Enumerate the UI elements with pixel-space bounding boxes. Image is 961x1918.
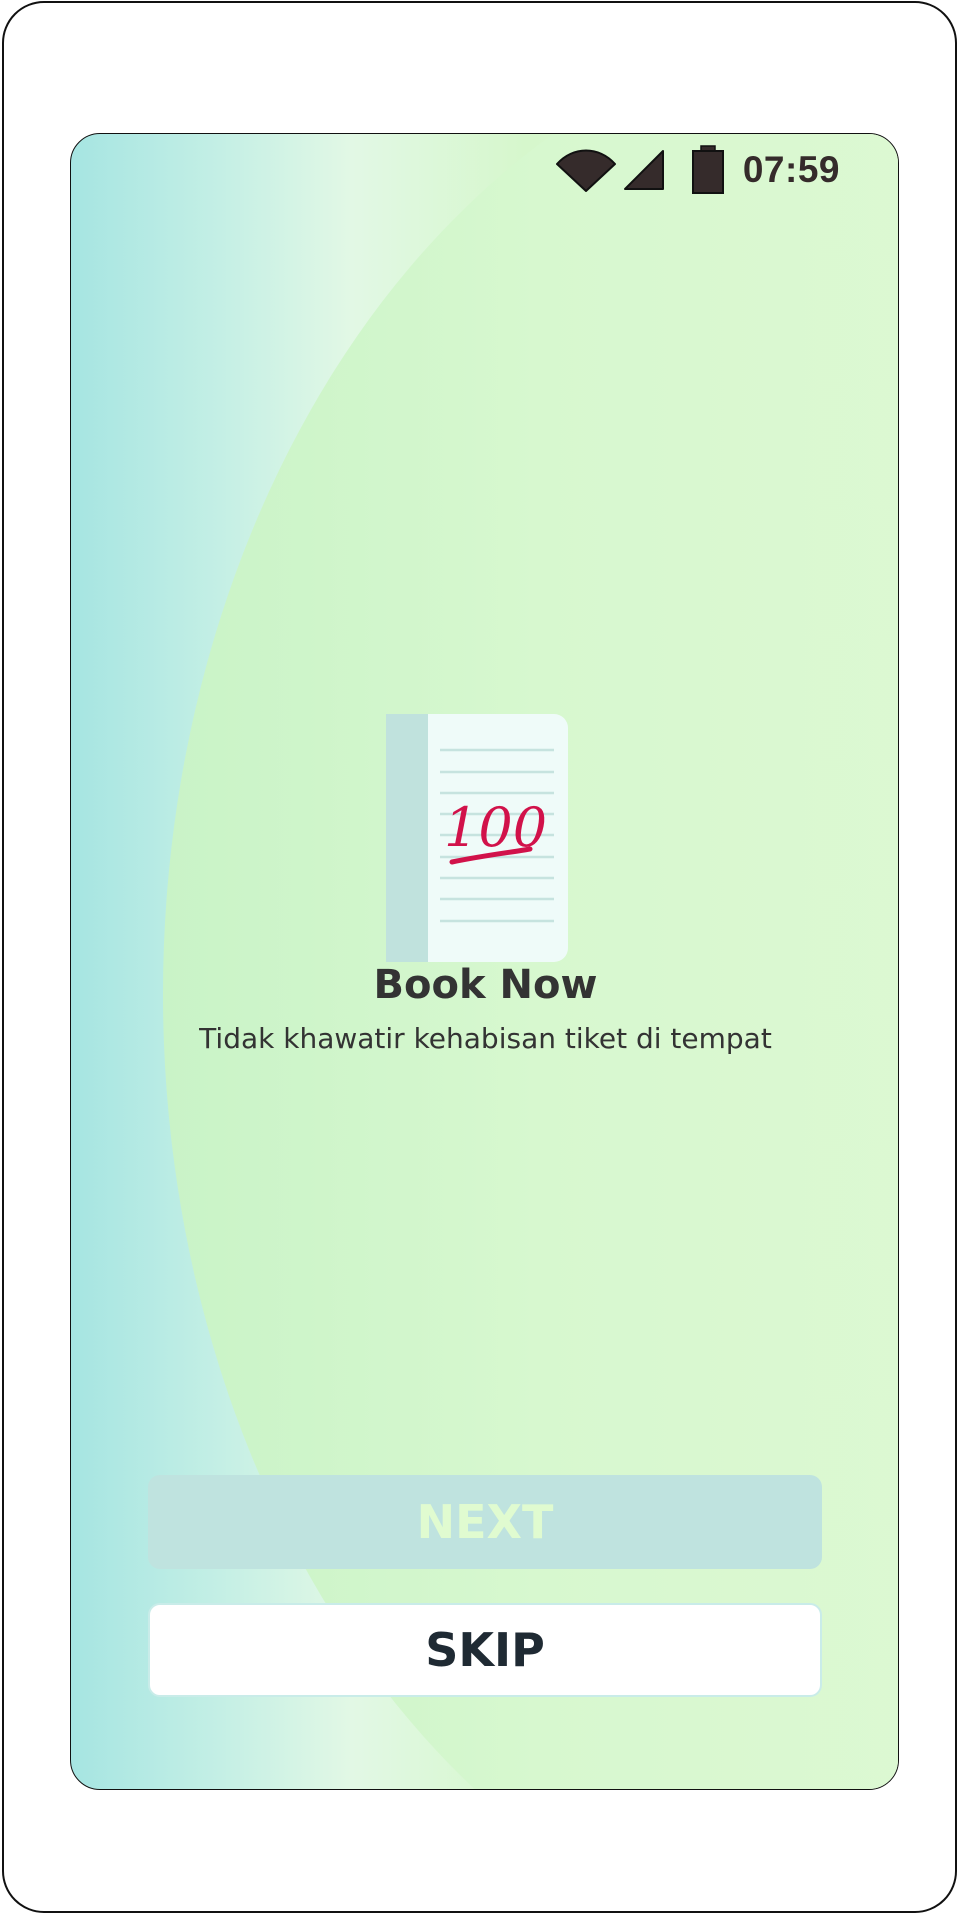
skip-button[interactable]: SKIP bbox=[148, 1603, 822, 1697]
page-title: Book Now bbox=[373, 962, 598, 1008]
wifi-icon bbox=[555, 148, 617, 192]
status-time: 07:59 bbox=[742, 149, 840, 190]
next-button[interactable]: NEXT bbox=[148, 1475, 822, 1569]
battery-icon bbox=[691, 145, 725, 195]
phone-frame: 07:59 100 Book Now Tidak khawatir kehabi… bbox=[2, 1, 957, 1913]
status-bar: 07:59 bbox=[555, 145, 840, 195]
notebook-hundred-icon: 100 bbox=[386, 714, 568, 962]
onboarding-screen: 07:59 100 Book Now Tidak khawatir kehabi… bbox=[70, 133, 899, 1790]
page-subtitle: Tidak khawatir kehabisan tiket di tempat bbox=[199, 1022, 772, 1055]
signal-icon bbox=[623, 149, 665, 191]
